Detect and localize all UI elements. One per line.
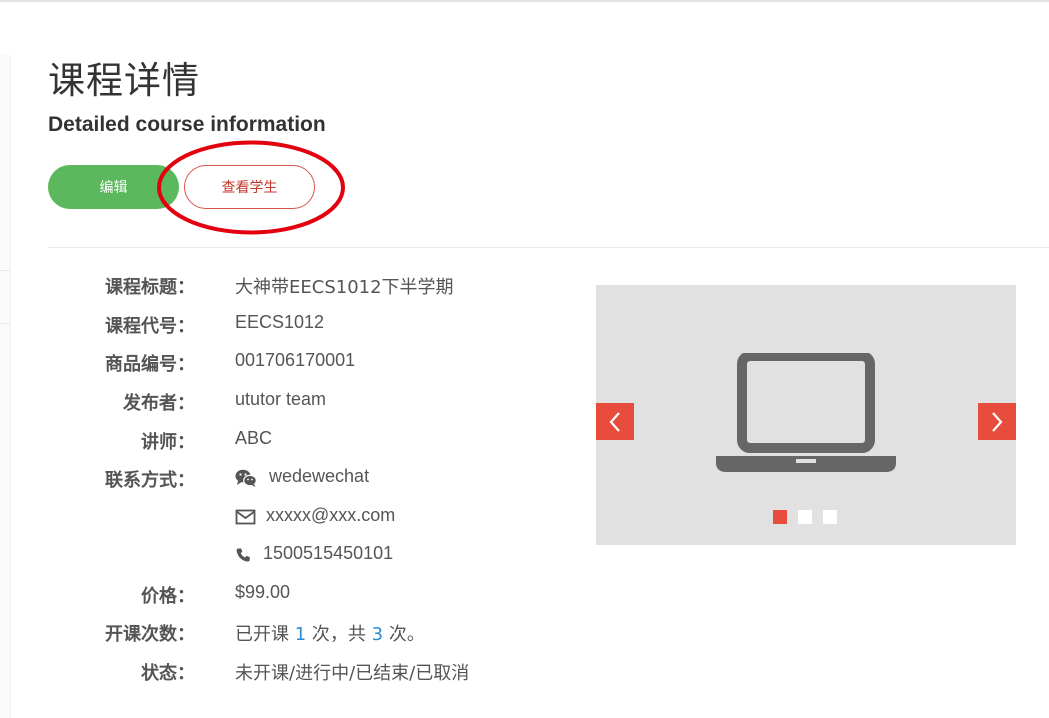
detail-value: 未开课/进行中/已结束/已取消: [235, 663, 470, 684]
detail-label: 开课次数：: [105, 624, 195, 645]
detail-row-contact-email: xxxxx@xxx.com: [0, 505, 600, 535]
detail-row-publisher: 发布者： ututor team: [0, 389, 600, 419]
sessions-prefix: 已开课: [235, 624, 295, 645]
detail-value: $99.00: [235, 582, 291, 602]
detail-value: 大神带EECS1012下半学期: [235, 277, 454, 298]
contact-wechat-value: wedewechat: [269, 466, 370, 486]
sessions-value: 已开课 1 次，共 3 次。: [235, 620, 425, 646]
detail-label: 课程标题：: [105, 277, 195, 298]
wechat-icon: [235, 469, 257, 487]
sessions-total-count: 3: [371, 624, 384, 645]
detail-value: EECS1012: [235, 312, 325, 332]
detail-row-contact-phone: 1500515450101: [0, 543, 600, 573]
page-title: 课程详情: [48, 59, 200, 102]
left-sidebar-edge: [0, 55, 11, 718]
detail-label: 状态：: [141, 663, 195, 684]
chevron-left-icon: [609, 411, 620, 432]
detail-value: 001706170001: [235, 350, 356, 370]
detail-row-status: 状态： 未开课/进行中/已结束/已取消: [0, 659, 600, 689]
view-students-button[interactable]: 查看学生: [184, 165, 315, 209]
carousel-prev-button[interactable]: [596, 403, 634, 440]
top-border: [0, 0, 1049, 2]
detail-row-code: 课程代号： EECS1012: [0, 312, 600, 342]
section-divider: [48, 247, 1049, 248]
detail-row-price: 价格： $99.00: [0, 582, 600, 612]
contact-email-value: xxxxx@xxx.com: [266, 505, 396, 525]
image-carousel: [596, 285, 1016, 545]
page-subtitle: Detailed course information: [48, 113, 326, 136]
sessions-mid: 次，共: [306, 624, 372, 645]
detail-label: 联系方式：: [105, 470, 195, 491]
carousel-dot-3[interactable]: [823, 510, 837, 524]
detail-row-title: 课程标题： 大神带EECS1012下半学期: [0, 273, 600, 303]
envelope-icon: [235, 509, 256, 525]
detail-row-product-id: 商品编号： 001706170001: [0, 350, 600, 380]
detail-label: 讲师：: [141, 432, 195, 453]
sessions-done-count: 1: [294, 624, 307, 645]
detail-value: ututor team: [235, 389, 327, 409]
contact-phone-value: 1500515450101: [263, 543, 394, 563]
carousel-next-button[interactable]: [978, 403, 1016, 440]
chevron-right-icon: [992, 411, 1003, 432]
detail-row-contact-wechat: 联系方式： wedewechat: [0, 466, 600, 496]
carousel-dot-1[interactable]: [773, 510, 787, 524]
detail-row-sessions: 开课次数： 已开课 1 次，共 3 次。: [0, 620, 600, 650]
detail-label: 课程代号：: [105, 316, 195, 337]
edit-button[interactable]: 编辑: [48, 165, 179, 209]
detail-value: ABC: [235, 428, 273, 448]
phone-icon: [236, 548, 250, 562]
detail-row-instructor: 讲师： ABC: [0, 428, 600, 458]
detail-label: 发布者：: [123, 393, 195, 414]
carousel-dot-2[interactable]: [798, 510, 812, 524]
detail-label: 价格：: [141, 586, 195, 607]
sessions-suffix: 次。: [383, 624, 425, 645]
laptop-icon: [716, 353, 896, 472]
detail-label: 商品编号：: [105, 354, 195, 375]
carousel-indicators: [773, 510, 837, 524]
